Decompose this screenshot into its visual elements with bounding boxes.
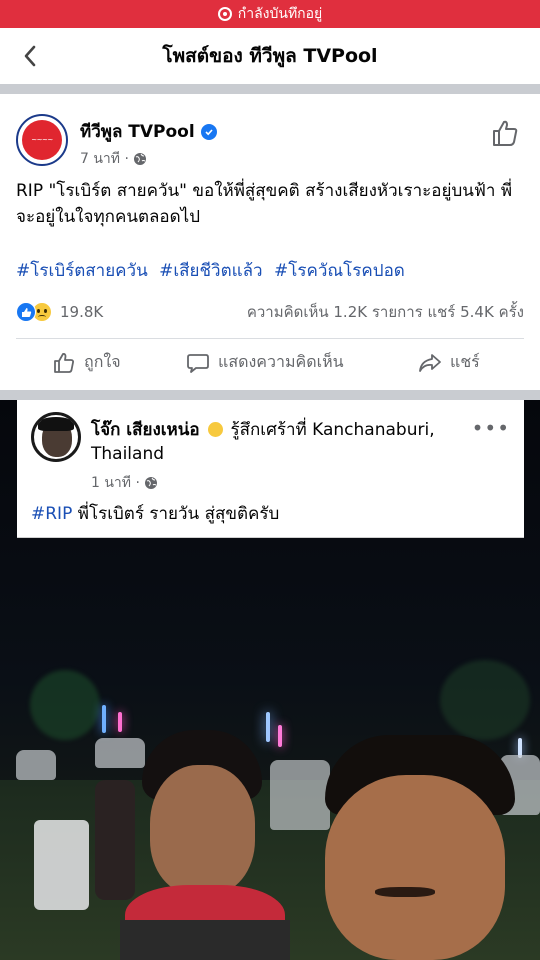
shared-post-time: 1 นาที · [91, 475, 140, 491]
like-page-icon[interactable] [490, 118, 520, 148]
hashtag-link[interactable]: #RIP [31, 504, 72, 524]
page-avatar[interactable]: ~~~~ [16, 114, 68, 166]
share-button[interactable]: แชร์ [418, 350, 480, 375]
hashtag-link[interactable]: #โรเบิร์ตสายควัน [16, 261, 148, 281]
section-divider [0, 84, 540, 94]
record-icon [217, 7, 232, 21]
shared-author-name[interactable]: โจ๊ก เสียงเหน่อ [91, 420, 200, 440]
reaction-count: 19.8K [60, 303, 104, 321]
verified-badge-icon [200, 123, 217, 140]
comment-bubble-icon [187, 353, 209, 373]
post-time: 7 นาที · [80, 151, 129, 167]
recording-status-bar: กำลังบันทึกอยู่ [0, 0, 540, 28]
page-name: ทีวีพูล TVPool [80, 122, 195, 142]
shared-author-avatar[interactable] [31, 412, 81, 462]
post-meta: 7 นาที · [80, 148, 147, 170]
page-title: โพสต์ของ ทีวีพูล TVPool [162, 45, 378, 67]
person-right [315, 735, 540, 960]
chevron-left-icon [24, 45, 36, 67]
globe-icon [144, 477, 157, 489]
post-text: RIP "โรเบิร์ต สายควัน" ขอให้พี่สู่สุขคติ… [16, 181, 513, 227]
like-label: ถูกใจ [84, 352, 121, 371]
comments-shares-count[interactable]: ความคิดเห็น 1.2K รายการ แชร์ 5.4K ครั้ง [247, 300, 524, 324]
shared-author-line: โจ๊ก เสียงเหน่อ รู้สึกเศร้าที่ Kanchanab… [91, 418, 481, 466]
comment-button[interactable]: แสดงความคิดเห็น [186, 350, 344, 375]
shared-post-card[interactable]: โจ๊ก เสียงเหน่อ รู้สึกเศร้าที่ Kanchanab… [17, 400, 524, 538]
post-header: ~~~~ ทีวีพูล TVPool 7 นาที · [0, 106, 540, 176]
hashtag-link[interactable]: #เสียชีวิตแล้ว [159, 261, 262, 281]
reaction-summary[interactable]: 19.8K [16, 302, 103, 322]
top-navigation: โพสต์ของ ทีวีพูล TVPool [0, 28, 540, 84]
comment-label: แสดงความคิดเห็น [218, 352, 344, 371]
tvpool-logo: ~~~~ [22, 120, 62, 160]
post-actions: ถูกใจ แสดงความคิดเห็น แชร์ [0, 340, 540, 388]
like-button[interactable]: ถูกใจ [52, 350, 121, 375]
like-reaction-icon [16, 302, 36, 322]
recording-label: กำลังบันทึกอยู่ [237, 6, 323, 22]
page-name-link[interactable]: ทีวีพูล TVPool [80, 118, 217, 145]
more-options-icon[interactable]: ••• [472, 416, 510, 440]
share-label: แชร์ [450, 352, 480, 371]
sad-face-icon [207, 422, 223, 437]
divider [16, 338, 524, 339]
post-stats: 19.8K ความคิดเห็น 1.2K รายการ แชร์ 5.4K … [0, 296, 540, 328]
hashtag-list: #โรเบิร์ตสายควัน #เสียชีวิตแล้ว #โรควัณโ… [16, 258, 531, 284]
share-arrow-icon [419, 353, 441, 372]
thumbs-up-icon [54, 352, 74, 373]
hashtag-link[interactable]: #โรควัณโรคปอด [274, 261, 405, 281]
person-left [120, 730, 290, 960]
shared-post-text: #RIP พี่โรเบิตร์ รายวัน สู่สุขติครับ [31, 500, 279, 527]
section-divider [0, 390, 540, 400]
shared-post-meta: 1 นาที · [91, 472, 158, 494]
globe-icon [133, 153, 146, 165]
back-button[interactable] [14, 40, 46, 72]
shared-post-body: พี่โรเบิตร์ รายวัน สู่สุขติครับ [77, 504, 280, 524]
post-photo[interactable]: โจ๊ก เสียงเหน่อ รู้สึกเศร้าที่ Kanchanab… [0, 400, 540, 960]
